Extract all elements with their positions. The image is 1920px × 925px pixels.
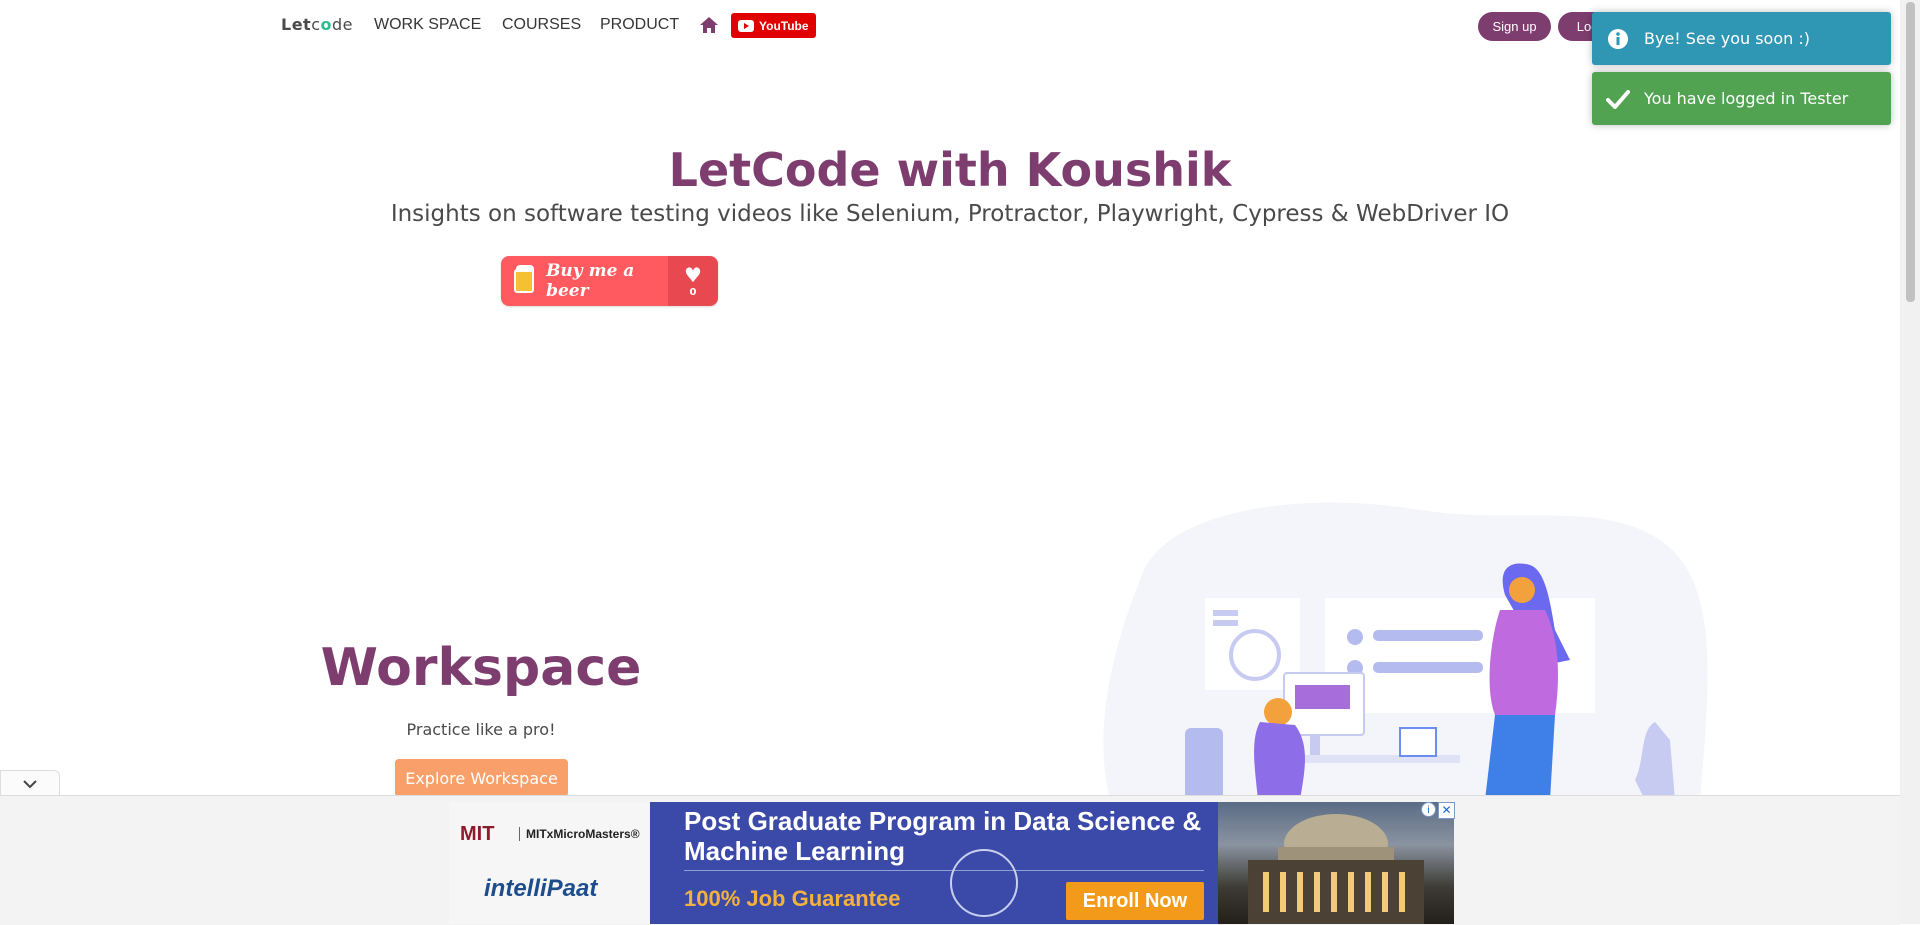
brand-prefix: Let (281, 15, 312, 34)
success-toast-message: You have logged in Tester (1644, 89, 1849, 108)
hero-title: LetCode with Koushik (668, 143, 1232, 197)
signup-button[interactable]: Sign up (1478, 12, 1551, 41)
nav-courses-link[interactable]: COURSES (502, 16, 581, 34)
nav-workspace-link[interactable]: WORK SPACE (374, 16, 481, 34)
brand-logo[interactable]: Letcode (281, 15, 353, 34)
buy-me-a-beer-button[interactable]: Buy me a beer ♥ 0 (501, 256, 718, 306)
page-scrollbar-thumb[interactable] (1906, 2, 1915, 302)
beer-mug-icon (514, 265, 535, 293)
mit-logo: MIT (460, 823, 495, 845)
ad-job-guarantee: 100% Job Guarantee (684, 886, 901, 911)
beer-like-counter: ♥ 0 (668, 256, 718, 306)
workspace-illustration (1103, 502, 1708, 800)
beer-count: 0 (689, 286, 697, 298)
ad-divider (684, 870, 1204, 871)
youtube-label: YouTube (759, 18, 809, 33)
nav-product-link[interactable]: PRODUCT (600, 16, 679, 34)
ad-logo-panel[interactable] (449, 802, 649, 924)
youtube-play-icon (738, 19, 754, 32)
info-toast-message: Bye! See you soon :) (1644, 29, 1810, 48)
brand-suffix: de (332, 15, 353, 34)
beer-label: Buy me a beer (546, 261, 635, 301)
success-toast[interactable]: You have logged in Tester (1592, 72, 1891, 125)
ad-close-icon[interactable]: ✕ (1438, 802, 1455, 819)
guarantee-seal-icon (950, 849, 1018, 917)
home-icon[interactable] (699, 16, 719, 34)
info-toast[interactable]: Bye! See you soon :) (1592, 12, 1891, 65)
youtube-button[interactable]: YouTube (731, 13, 816, 38)
brand-c: c (311, 15, 321, 34)
chevron-down-icon (23, 780, 37, 789)
brand-o: o (320, 15, 332, 34)
intellipaat-logo: intelliPaat (484, 875, 598, 902)
heart-icon: ♥ (684, 262, 702, 287)
workspace-subtitle: Practice like a pro! (406, 720, 556, 739)
mitx-micromasters-label: MITxMicroMasters® (519, 827, 640, 841)
explore-workspace-button[interactable]: Explore Workspace (395, 759, 568, 797)
ad-info-icon[interactable]: i (1421, 802, 1436, 817)
workspace-title: Workspace (320, 638, 642, 698)
info-circle-icon (1606, 27, 1630, 51)
ad-enroll-now-button[interactable]: Enroll Now (1066, 882, 1204, 920)
ad-headline: Post Graduate Program in Data Science & … (684, 806, 1202, 866)
checkmark-icon (1606, 87, 1630, 111)
beer-button-main: Buy me a beer (501, 256, 668, 306)
hero-subtitle: Insights on software testing videos like… (390, 201, 1510, 227)
ad-campus-photo[interactable] (1218, 802, 1454, 924)
ad-collapse-toggle[interactable] (0, 770, 60, 797)
